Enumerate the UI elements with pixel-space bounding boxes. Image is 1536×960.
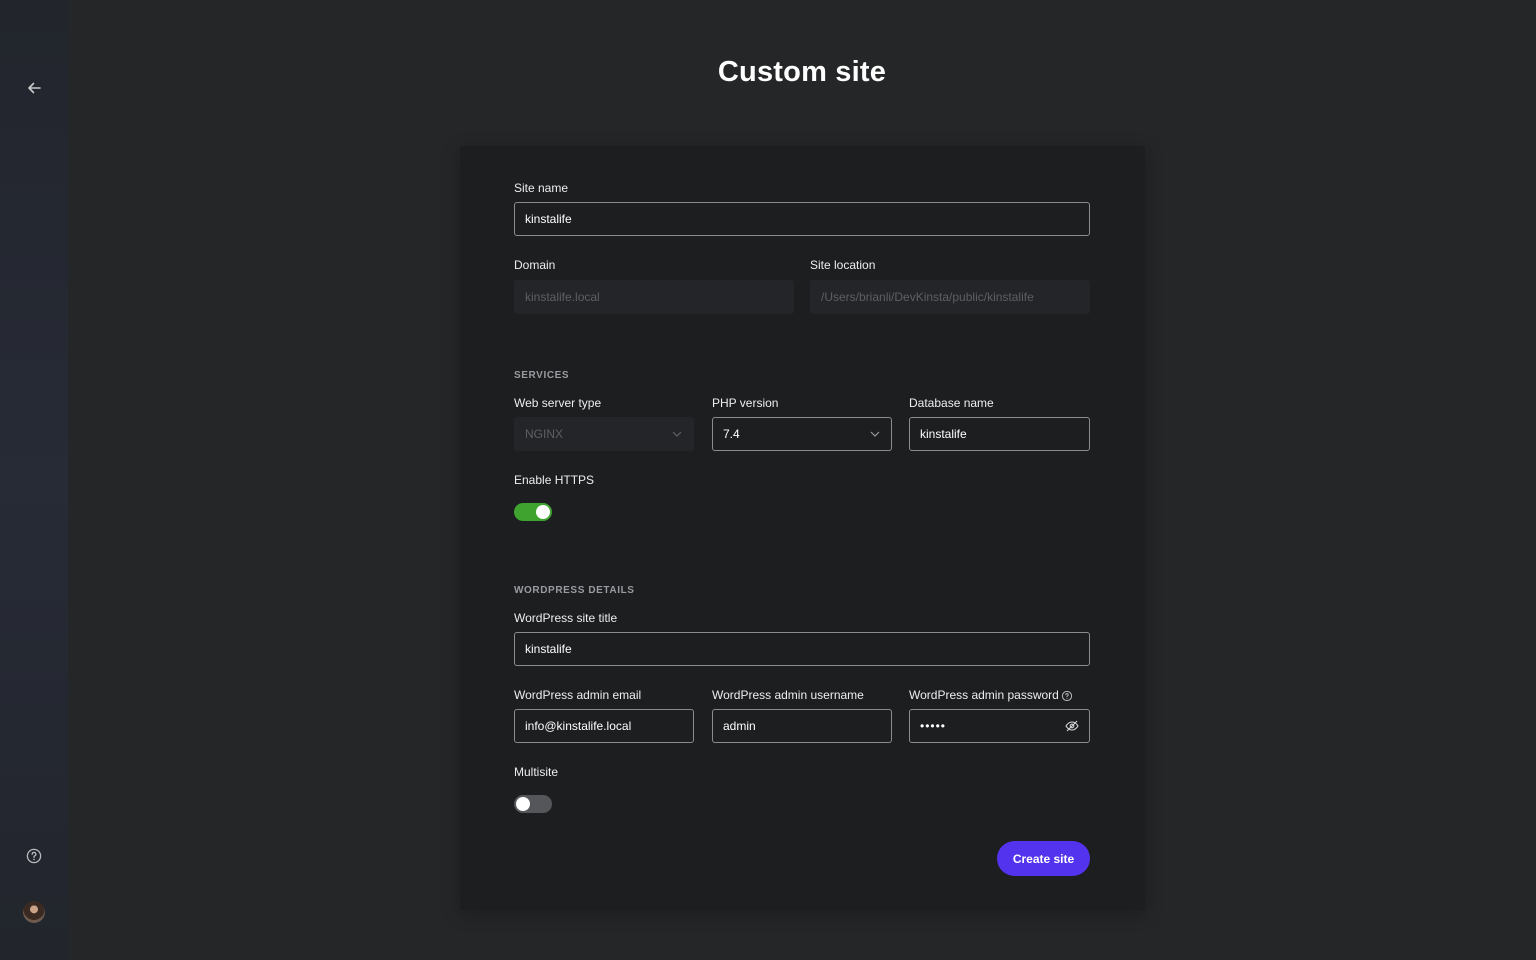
https-label: Enable HTTPS xyxy=(514,473,595,487)
domain-value: kinstalife.local xyxy=(525,290,600,304)
custom-site-form: Site name kinstalife Domain kinstalife.l… xyxy=(460,146,1145,910)
question-circle-icon[interactable] xyxy=(22,844,46,868)
web-server-value: NGINX xyxy=(525,427,564,441)
site-location-label: Site location xyxy=(810,258,876,272)
toggle-knob xyxy=(516,797,530,811)
site-location-value: /Users/brianli/DevKinsta/public/kinstali… xyxy=(821,290,1034,304)
php-version-select[interactable]: 7.4 xyxy=(712,417,892,451)
wordpress-details-heading: WORDPRESS DETAILS xyxy=(514,585,635,596)
wp-admin-email-label: WordPress admin email xyxy=(514,688,642,702)
wp-site-title-input[interactable]: kinstalife xyxy=(514,632,1090,666)
site-name-label: Site name xyxy=(514,181,569,195)
wp-admin-password-input[interactable]: ••••• xyxy=(909,709,1090,743)
info-icon[interactable] xyxy=(1061,689,1073,702)
database-name-value: kinstalife xyxy=(920,427,967,441)
page-title: Custom site xyxy=(717,56,887,88)
wp-admin-username-value: admin xyxy=(723,719,756,733)
database-name-label: Database name xyxy=(909,396,994,410)
https-toggle[interactable] xyxy=(514,503,552,521)
multisite-label: Multisite xyxy=(514,765,559,779)
wp-admin-password-label: WordPress admin password xyxy=(909,688,1059,702)
user-avatar[interactable] xyxy=(23,901,45,923)
wp-admin-email-input[interactable]: info@kinstalife.local xyxy=(514,709,694,743)
php-version-label: PHP version xyxy=(712,396,779,410)
php-version-value: 7.4 xyxy=(723,427,740,441)
wp-admin-username-label: WordPress admin username xyxy=(712,688,864,702)
wp-site-title-value: kinstalife xyxy=(525,642,572,656)
domain-field: kinstalife.local xyxy=(514,280,794,314)
wp-admin-password-value: ••••• xyxy=(920,719,947,733)
wp-admin-email-value: info@kinstalife.local xyxy=(525,719,632,733)
chevron-down-icon xyxy=(671,428,683,440)
services-heading: SERVICES xyxy=(514,370,570,381)
site-name-value: kinstalife xyxy=(525,212,572,226)
web-server-select: NGINX xyxy=(514,417,694,451)
eye-off-icon[interactable] xyxy=(1065,720,1079,732)
site-location-field: /Users/brianli/DevKinsta/public/kinstali… xyxy=(810,280,1090,314)
wp-admin-username-input[interactable]: admin xyxy=(712,709,892,743)
site-name-input[interactable]: kinstalife xyxy=(514,202,1090,236)
database-name-input[interactable]: kinstalife xyxy=(909,417,1090,451)
create-site-button[interactable]: Create site xyxy=(997,841,1090,876)
toggle-knob xyxy=(536,505,550,519)
wp-site-title-label: WordPress site title xyxy=(514,611,618,625)
web-server-label: Web server type xyxy=(514,396,602,410)
domain-label: Domain xyxy=(514,258,556,272)
arrow-left-icon[interactable] xyxy=(22,76,46,100)
sidebar xyxy=(0,0,68,960)
chevron-down-icon xyxy=(869,428,881,440)
multisite-toggle[interactable] xyxy=(514,795,552,813)
